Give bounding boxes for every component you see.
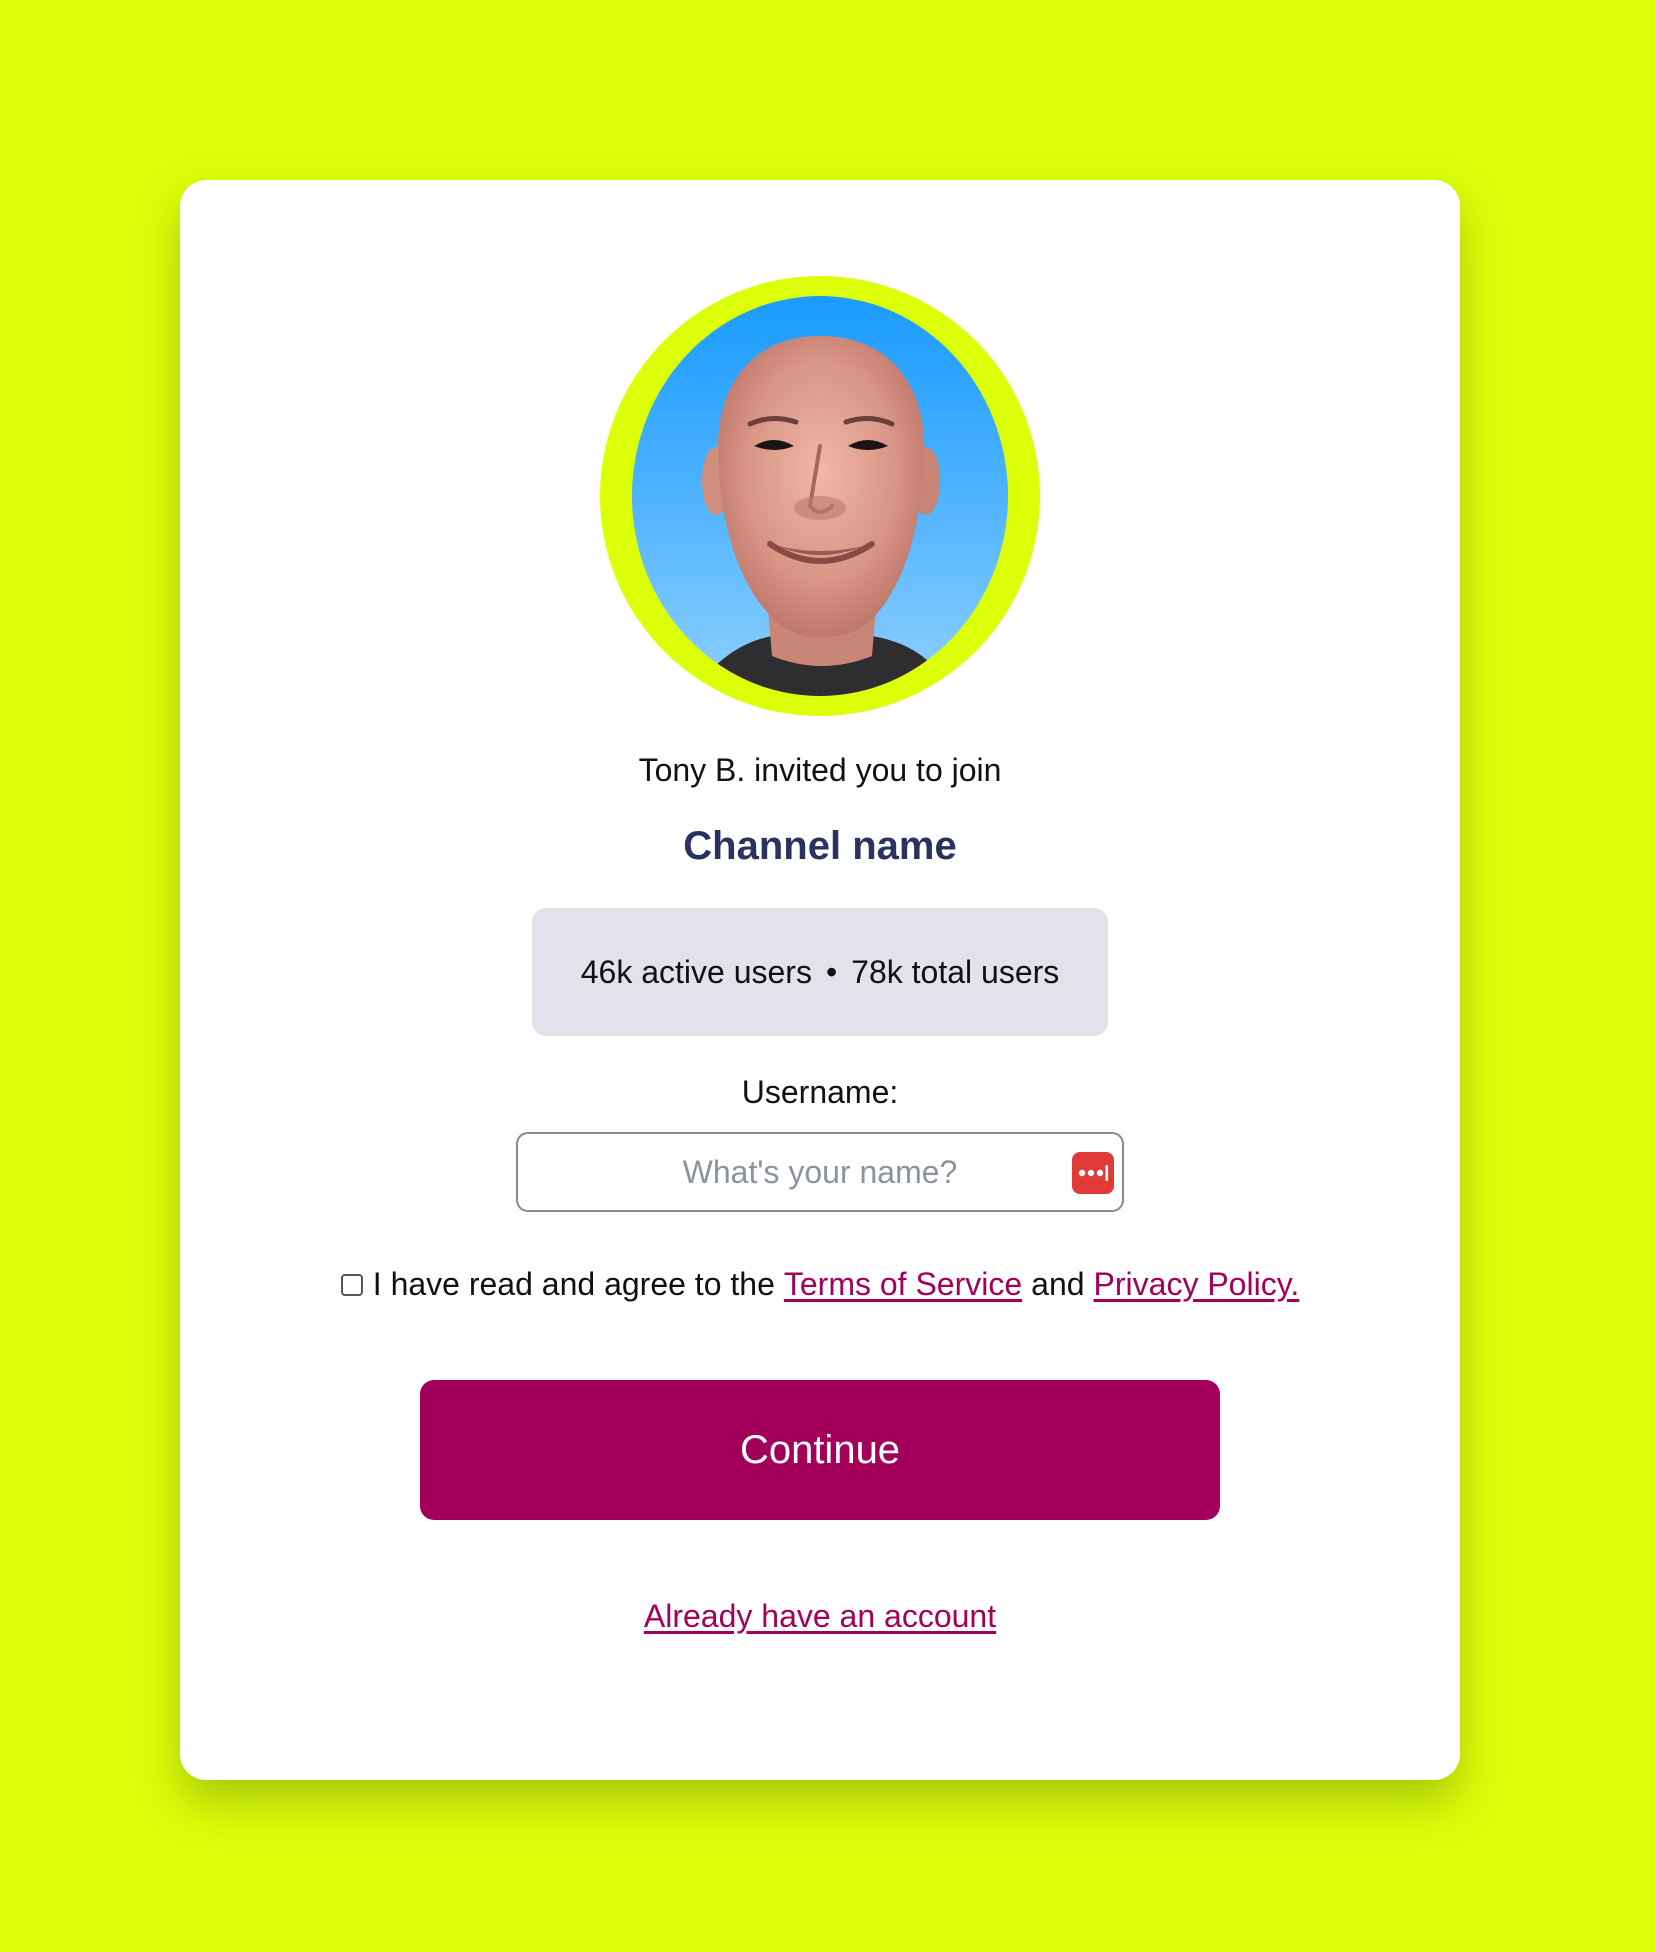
channel-stats: 46k active users • 78k total users — [532, 908, 1108, 1036]
username-field[interactable] — [516, 1132, 1124, 1212]
invite-card: Tony B. invited you to join Channel name… — [180, 180, 1460, 1780]
password-manager-key-icon[interactable] — [1072, 1152, 1114, 1194]
username-label: Username: — [741, 1074, 899, 1110]
channel-name: Channel name — [683, 824, 957, 868]
inviter-text: Tony B. invited you to join — [638, 752, 1002, 788]
stats-separator: • — [825, 953, 838, 990]
terms-and-text: and — [1031, 1266, 1085, 1302]
terms-prefix-text: I have read and agree to the — [372, 1266, 775, 1302]
already-have-account-link[interactable]: Already have an account — [644, 1598, 996, 1634]
active-users-count: 46k active users — [580, 953, 812, 990]
login-link-row: Already have an account — [180, 1598, 1460, 1635]
inviter-photo — [692, 336, 952, 696]
avatar — [632, 296, 1008, 696]
privacy-policy-link[interactable]: Privacy Policy. — [1094, 1266, 1300, 1303]
avatar-ring — [600, 276, 1040, 716]
username-input[interactable] — [518, 1134, 1122, 1210]
terms-of-service-link[interactable]: Terms of Service — [784, 1266, 1022, 1303]
continue-button[interactable]: Continue — [420, 1380, 1220, 1520]
terms-checkbox[interactable] — [340, 1273, 363, 1296]
total-users-count: 78k total users — [851, 953, 1060, 990]
terms-agreement: I have read and agree to the Terms of Se… — [180, 1266, 1460, 1303]
